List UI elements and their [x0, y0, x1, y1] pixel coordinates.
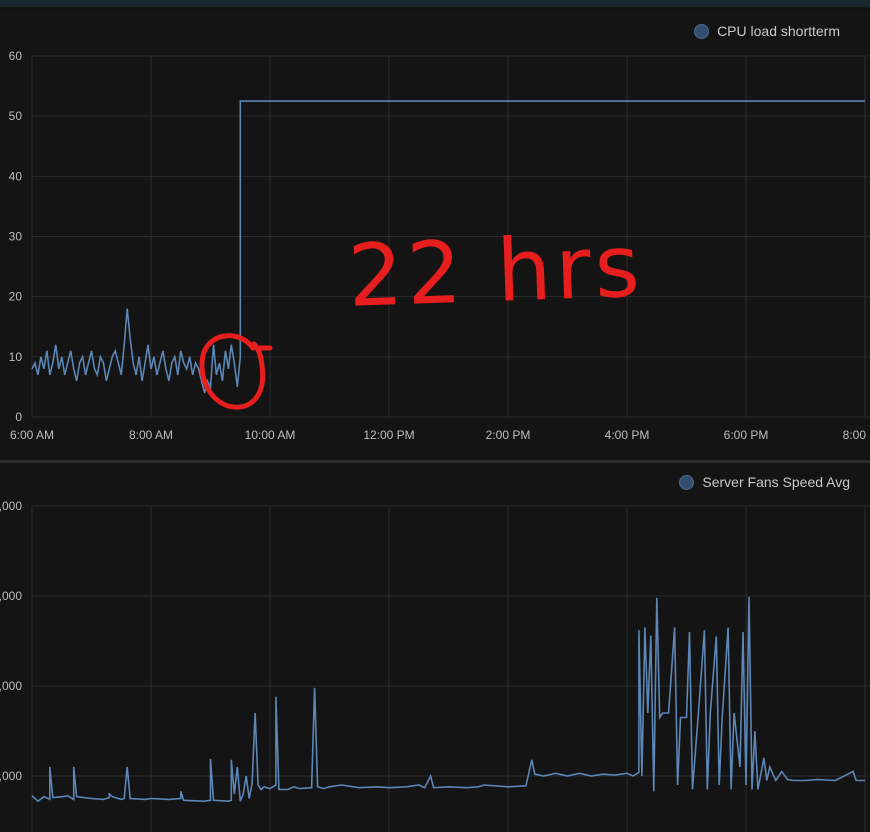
x-tick-label: 4:00 PM [605, 428, 650, 442]
x-tick-label: 2:00 PM [486, 428, 531, 442]
cpu-load-panel: CPU load shortterm 0 10 20 30 40 50 60 6:00 AM 8… [0, 10, 870, 460]
x-tick-label: 10:00 AM [245, 428, 296, 442]
fan-speed-chart: ,000 ,000 ,000 ,000 [0, 499, 870, 832]
x-tick-label: 6:00 AM [10, 428, 54, 442]
y-tick-label: 20 [9, 290, 23, 304]
series-line-fan-speed [31, 596, 865, 803]
top-bar [0, 0, 870, 7]
fan-speed-panel: Server Fans Speed Avg ,000,000,000,000 [0, 463, 870, 832]
y-tick-label: ,000 [0, 769, 22, 783]
x-tick-label: 8:00 PM [843, 428, 870, 442]
y-tick-label: 50 [9, 109, 23, 123]
x-tick-label: 8:00 AM [129, 428, 173, 442]
y-tick-label: 60 [9, 49, 23, 63]
annotation-text: 22 hrs [346, 217, 645, 327]
y-tick-label: 40 [9, 169, 23, 183]
y-tick-label: ,000 [0, 589, 22, 603]
y-tick-label: ,000 [0, 679, 22, 693]
cpu-load-chart: 0 10 20 30 40 50 60 6:00 AM 8:00 AM 10:00 AM 12:00… [9, 49, 870, 442]
y-tick-label: 30 [9, 230, 23, 244]
x-tick-label: 6:00 PM [724, 428, 769, 442]
y-tick-label: 10 [9, 350, 23, 364]
y-tick-label: ,000 [0, 499, 22, 513]
y-tick-label: 0 [15, 410, 22, 424]
x-tick-label: 12:00 PM [363, 428, 414, 442]
